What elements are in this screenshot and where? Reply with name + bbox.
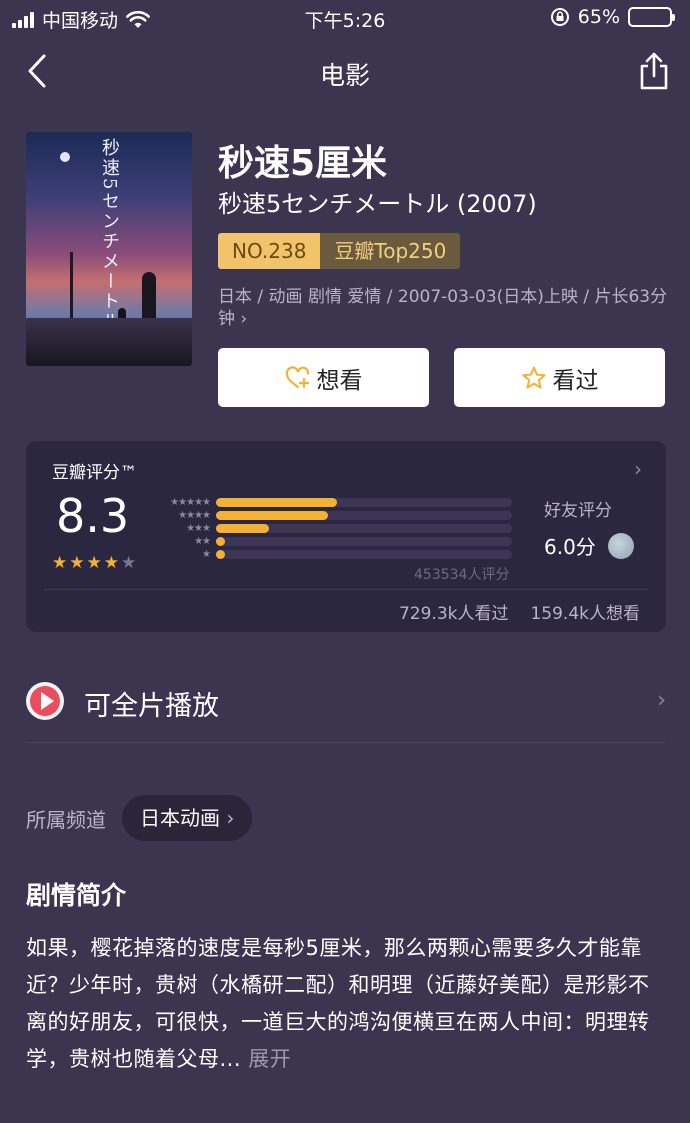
distribution-bar <box>216 498 338 507</box>
distribution-track <box>216 537 512 546</box>
synopsis[interactable]: 如果，樱花掉落的速度是每秒5厘米，那么两颗心需要多久才能靠近？少年时，贵树（水橋… <box>26 930 666 1078</box>
star-filled-icon: ★ <box>103 553 119 573</box>
status-bar: 中国移动 下午5:26 65% <box>0 0 690 36</box>
distribution-stars-label: ★★ <box>194 536 211 547</box>
nav-bar: 电影 <box>0 40 690 102</box>
chevron-right-icon: › <box>657 688 666 713</box>
friend-rating[interactable]: 好友评分 6.0分 <box>544 496 634 560</box>
distribution-row: ★★ <box>156 535 512 548</box>
channel-label: 所属频道 <box>26 807 106 832</box>
distribution-track <box>216 498 512 507</box>
rating-stats: 729.3k人看过 159.4k人想看 <box>399 599 640 624</box>
chevron-right-icon: › <box>634 457 642 481</box>
poster-moon <box>60 152 70 162</box>
distribution-track <box>216 550 512 559</box>
chevron-right-icon: › <box>226 806 235 830</box>
want-button[interactable]: 想看 <box>218 348 429 407</box>
rating-count: 453534人评分 <box>414 567 510 583</box>
share-icon[interactable] <box>636 50 672 92</box>
distribution-stars-label: ★★★★ <box>178 510 211 521</box>
status-right: 65% <box>550 6 675 28</box>
star-filled-icon: ★ <box>52 553 68 573</box>
list-badge: 豆瓣Top250 <box>320 233 461 269</box>
rating-distribution: ★★★★★ ★★★★ ★★★ ★★ ★ <box>156 496 512 561</box>
rating-divider <box>44 589 648 590</box>
distribution-stars-label: ★★★★★ <box>170 497 211 508</box>
synopsis-title: 剧情简介 <box>26 881 127 910</box>
movie-poster[interactable]: 秒速5センチメートル <box>26 132 192 366</box>
friend-rating-label: 好友评分 <box>544 501 612 521</box>
watched-count[interactable]: 729.3k人看过 <box>399 599 509 624</box>
friend-rating-row: 6.0分 <box>544 531 634 560</box>
star-icon <box>521 366 546 389</box>
play-label: 可全片播放 <box>84 691 219 722</box>
star-filled-icon: ★ <box>86 553 102 573</box>
distribution-stars-label: ★★★ <box>186 523 211 534</box>
movie-meta[interactable]: 日本 / 动画 剧情 爱情 / 2007-03-03(日本)上映 / 片长63分… <box>218 286 668 330</box>
distribution-row: ★★★★★ <box>156 496 512 509</box>
distribution-row: ★★★★ <box>156 509 512 522</box>
avatar[interactable] <box>607 532 634 559</box>
channel-chip-label: 日本动画 <box>140 806 220 830</box>
seen-button-label: 看过 <box>552 367 599 394</box>
synopsis-text: 如果，樱花掉落的速度是每秒5厘米，那么两颗心需要多久才能靠近？少年时，贵树（水橋… <box>26 936 650 1071</box>
rating-stars: ★ ★ ★ ★ ★ <box>52 553 136 573</box>
seen-button[interactable]: 看过 <box>454 348 665 407</box>
rating-card[interactable]: 豆瓣评分™ › 8.3 ★ ★ ★ ★ ★ ★★★★★ ★★★★ ★★★ ★★ ★ 453534… <box>26 441 666 632</box>
rating-label: 豆瓣评分™ <box>52 463 137 483</box>
channel-chip[interactable]: 日本动画 › <box>122 795 253 841</box>
distribution-track <box>216 524 512 533</box>
poster-figure-girl <box>142 272 156 324</box>
expand-link[interactable]: 展开 <box>248 1047 291 1071</box>
star-empty-icon: ★ <box>121 553 137 573</box>
play-triangle <box>41 692 54 710</box>
distribution-bar <box>216 550 225 559</box>
friend-rating-score: 6.0分 <box>544 535 596 559</box>
heart-plus-icon <box>285 365 309 388</box>
battery-icon <box>628 7 675 27</box>
distribution-track <box>216 511 512 520</box>
distribution-stars-label: ★ <box>202 549 211 560</box>
distribution-bar <box>216 511 329 520</box>
page-title: 电影 <box>319 61 370 90</box>
chevron-right-icon: › <box>240 309 248 329</box>
rating-score: 8.3 <box>56 489 130 543</box>
rank-badge: NO.238 <box>218 233 321 269</box>
want-button-label: 想看 <box>316 367 363 394</box>
distribution-row: ★★★ <box>156 522 512 535</box>
movie-original-title: 秒速5センチメートル (2007) <box>218 190 537 218</box>
distribution-bar <box>216 524 270 533</box>
distribution-row: ★ <box>156 548 512 561</box>
star-filled-icon: ★ <box>69 553 85 573</box>
want-count[interactable]: 159.4k人想看 <box>530 599 640 624</box>
battery-percent: 65% <box>577 6 620 28</box>
movie-title: 秒速5厘米 <box>218 143 388 184</box>
poster-title-text: 秒速5センチメートル <box>99 138 120 332</box>
channel-row: 所属频道 日本动画 › <box>26 795 253 841</box>
movie-meta-text: 日本 / 动画 剧情 爱情 / 2007-03-03(日本)上映 / 片长63分… <box>218 287 668 329</box>
rotation-lock-icon <box>550 8 569 26</box>
section-divider <box>26 742 666 743</box>
top250-badge[interactable]: NO.238 豆瓣Top250 <box>218 233 461 269</box>
distribution-bar <box>216 537 225 546</box>
poster-ground <box>26 318 192 366</box>
play-row[interactable]: 可全片播放 › <box>26 680 666 724</box>
